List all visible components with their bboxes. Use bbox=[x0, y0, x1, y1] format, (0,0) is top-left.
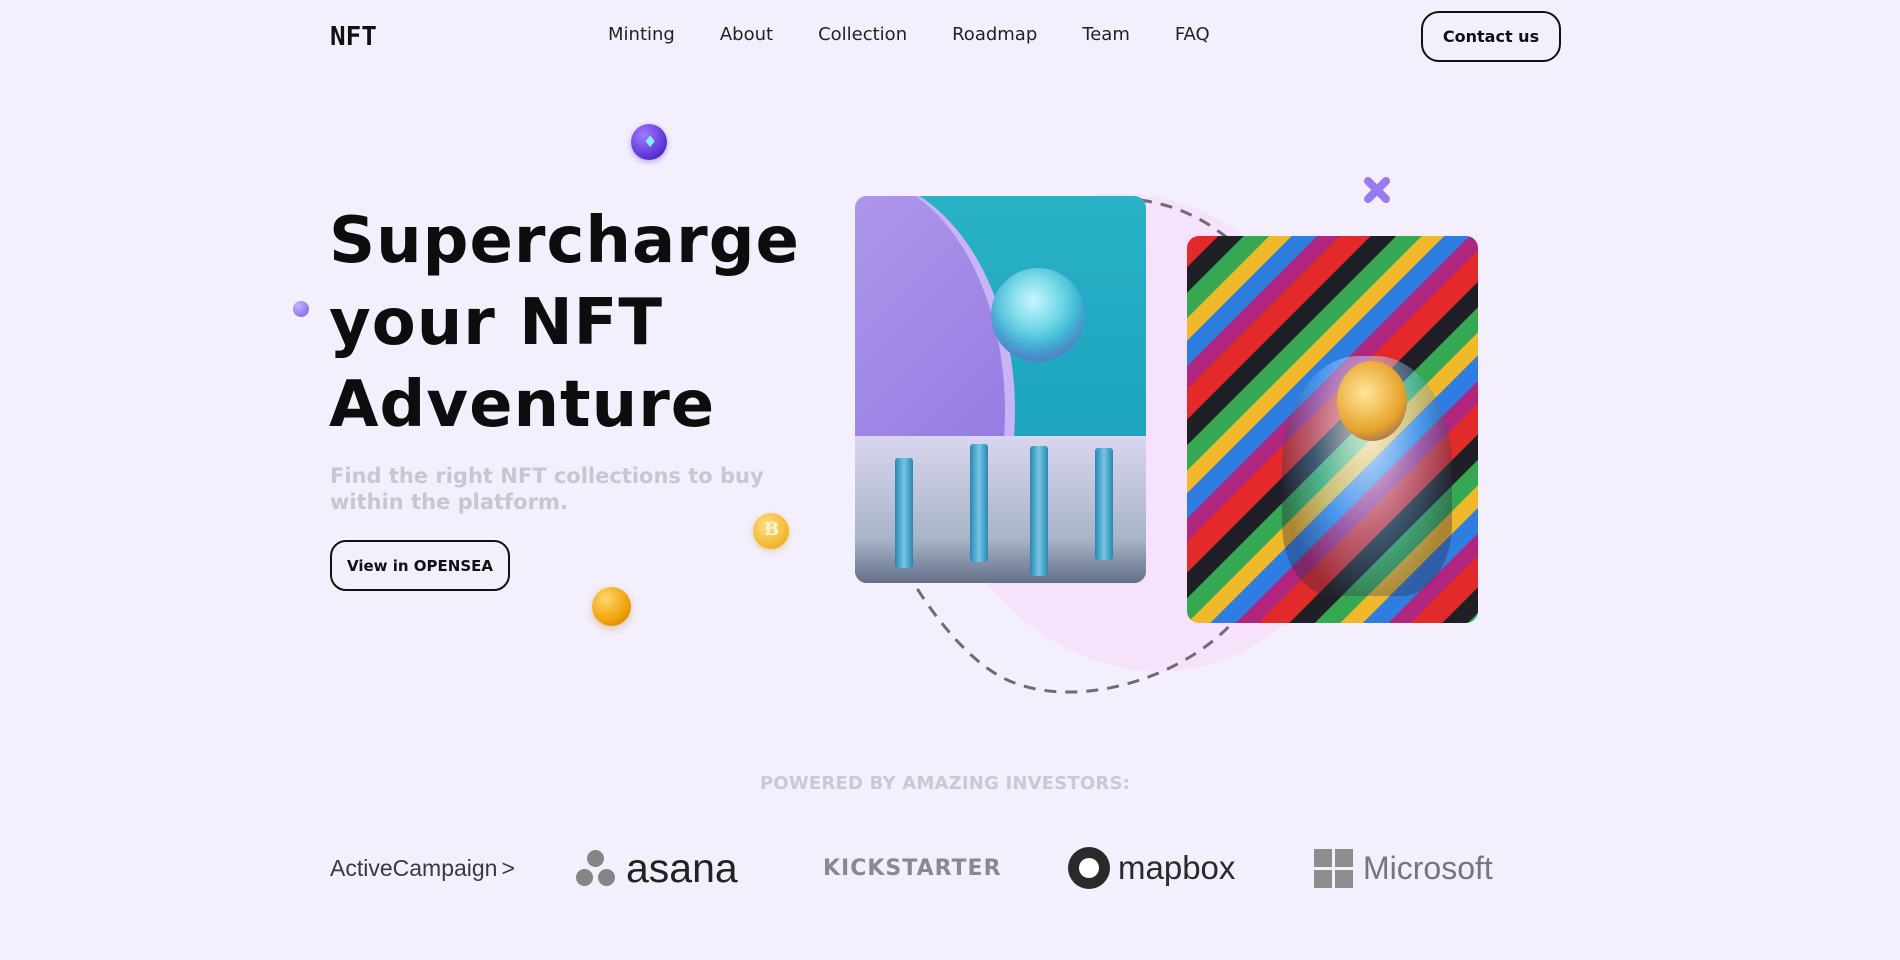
asana-wordmark: asana bbox=[626, 844, 738, 891]
activecampaign-wordmark: ActiveCampaign bbox=[330, 854, 498, 881]
mapbox-wordmark: mapbox bbox=[1118, 849, 1236, 886]
nft-card-chrome-figure[interactable] bbox=[1187, 236, 1478, 623]
card-glass-sphere bbox=[991, 268, 1085, 362]
microsoft-logo[interactable]: Microsoft bbox=[1314, 843, 1493, 893]
mapbox-logo[interactable]: mapbox bbox=[1068, 843, 1235, 893]
asana-dots-icon bbox=[576, 848, 616, 888]
kickstarter-logo[interactable]: KICKSTARTER bbox=[823, 843, 1002, 893]
kickstarter-wordmark: KICKSTARTER bbox=[823, 855, 1002, 881]
activecampaign-logo[interactable]: ActiveCampaign > bbox=[330, 843, 515, 893]
microsoft-wordmark: Microsoft bbox=[1363, 849, 1493, 886]
mapbox-icon bbox=[1068, 847, 1110, 889]
card-figure-head bbox=[1337, 361, 1407, 441]
card-pillar bbox=[970, 444, 988, 562]
investor-logos: ActiveCampaign > asana KICKSTARTER mapbo… bbox=[330, 843, 1500, 893]
nft-card-abstract[interactable] bbox=[855, 196, 1146, 583]
card-pillar bbox=[1030, 446, 1048, 576]
card-pillar bbox=[895, 458, 913, 568]
microsoft-grid-icon bbox=[1314, 848, 1353, 888]
asana-logo[interactable]: asana bbox=[576, 843, 738, 893]
card-pillar bbox=[1095, 448, 1113, 560]
activecampaign-chevron-icon: > bbox=[501, 854, 515, 881]
investors-label: POWERED BY AMAZING INVESTORS: bbox=[759, 773, 1131, 794]
